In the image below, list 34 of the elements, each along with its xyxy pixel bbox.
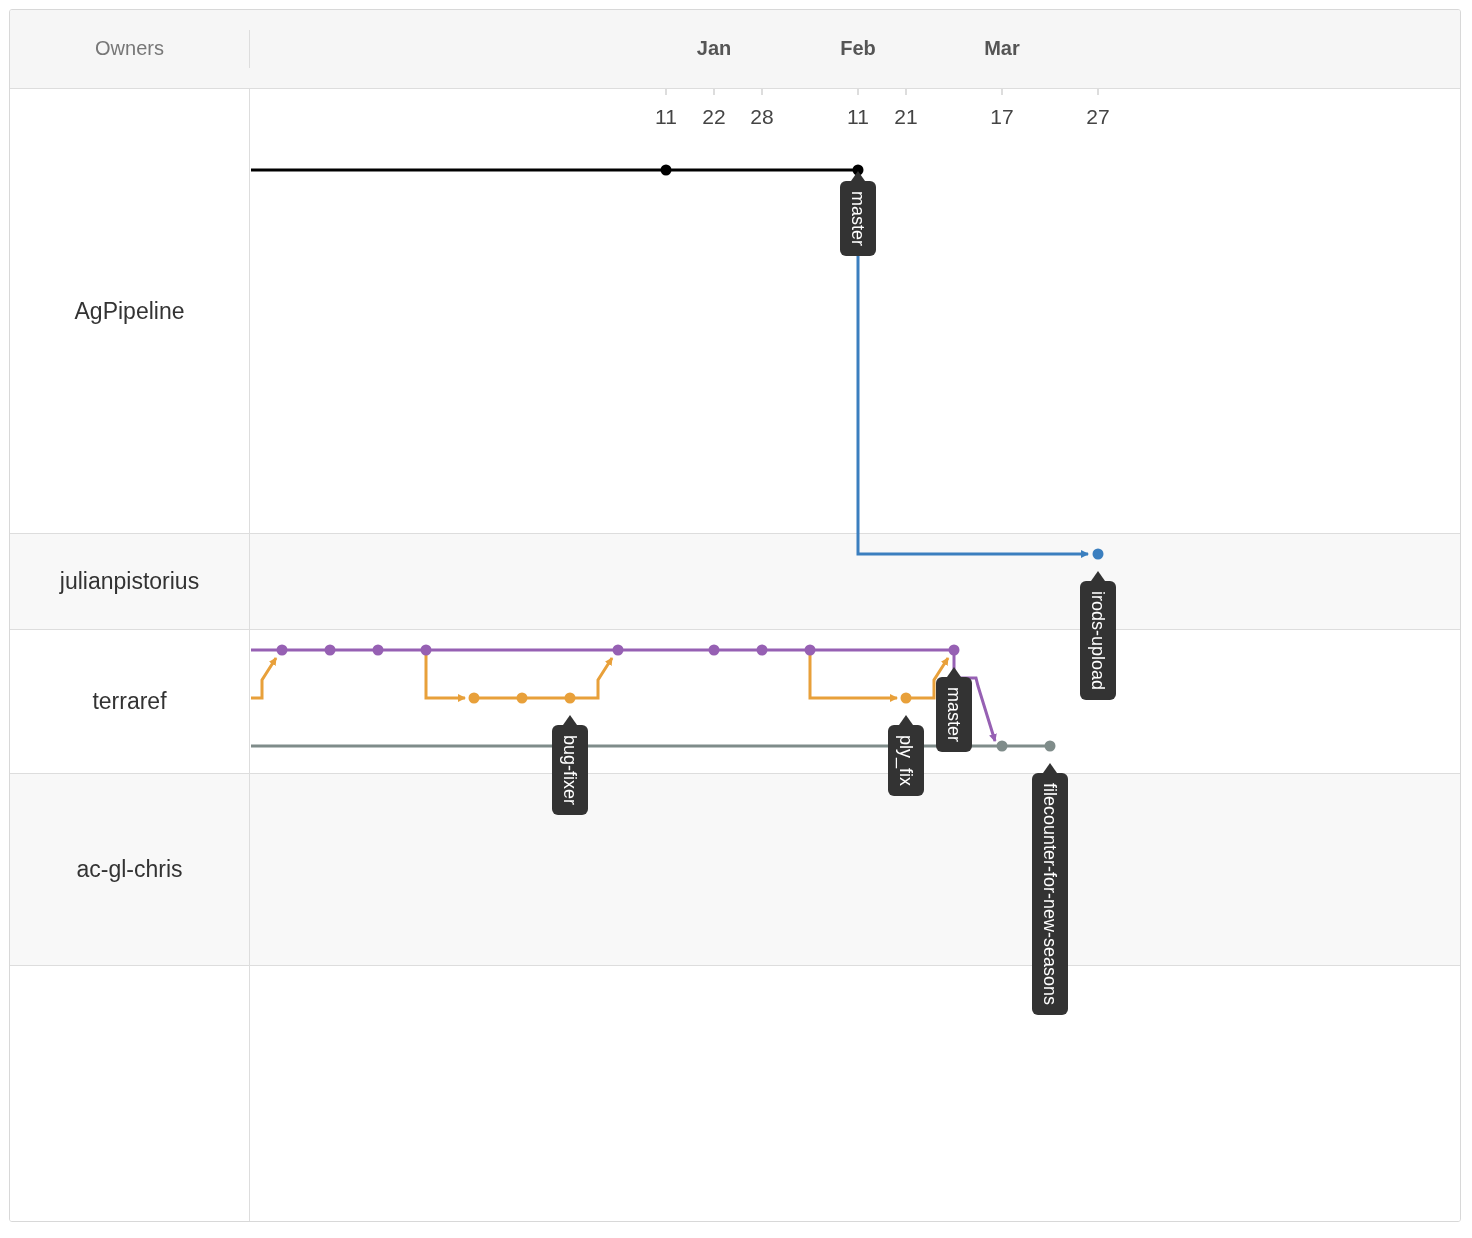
commit-dot [324, 644, 336, 656]
month-label: Jan [696, 37, 732, 60]
owner-name[interactable]: terraref [92, 688, 167, 715]
day-label: 17 [990, 105, 1014, 129]
commit-dot [708, 644, 720, 656]
month-label: Mar [984, 37, 1020, 60]
commit-dot [660, 164, 672, 176]
month-label: Feb [840, 37, 876, 60]
commit-dot [1044, 740, 1056, 752]
owner-name[interactable]: ac-gl-chris [76, 856, 183, 883]
commit-dot [756, 644, 768, 656]
commit-dot [564, 692, 576, 704]
commit-dot [804, 644, 816, 656]
day-label: 27 [1086, 105, 1110, 129]
commit-dot [900, 692, 912, 704]
owners-heading: Owners [10, 30, 250, 68]
day-label: 28 [750, 105, 774, 129]
merge-arrow [251, 657, 278, 700]
commit-dot [516, 692, 528, 704]
commit-dot [996, 740, 1008, 752]
commit-dot [948, 644, 960, 656]
commit-dot [612, 644, 624, 656]
day-label: 21 [894, 105, 918, 129]
commit-dot [420, 644, 432, 656]
day-label: 11 [847, 105, 869, 129]
day-label: 22 [702, 105, 726, 129]
commit-dot [276, 644, 288, 656]
owner-name[interactable]: julianpistorius [59, 568, 200, 595]
commit-dot [372, 644, 384, 656]
commit-dot [852, 164, 864, 176]
day-label: 11 [655, 105, 677, 129]
commit-dot [468, 692, 480, 704]
owner-name[interactable]: AgPipeline [74, 297, 185, 325]
commit-dot [1092, 548, 1104, 560]
